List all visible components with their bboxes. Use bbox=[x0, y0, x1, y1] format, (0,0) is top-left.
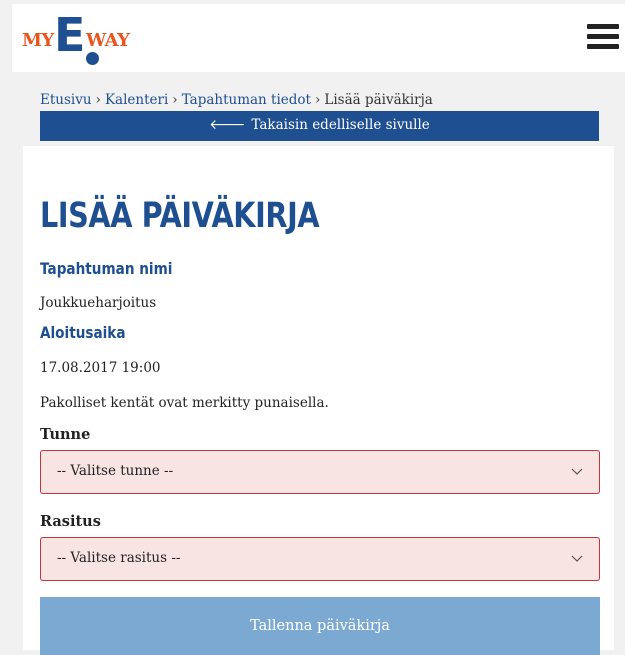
back-button-label: Takaisin edelliselle sivulle bbox=[251, 117, 430, 133]
breadcrumb: Etusivu › Kalenteri › Tapahtuman tiedot › Lisä… bbox=[40, 92, 433, 108]
myeway-logo[interactable]: MY E WAY bbox=[22, 12, 152, 68]
breadcrumb-link-calendar[interactable]: Kalenteri bbox=[105, 92, 168, 108]
strain-select[interactable]: -- Valitse rasitus -- bbox=[40, 537, 600, 581]
breadcrumb-current: Lisää päiväkirja bbox=[324, 92, 433, 108]
hamburger-menu-icon[interactable] bbox=[587, 24, 619, 50]
top-bar: MY E WAY bbox=[12, 4, 625, 72]
start-time-label: Aloitusaika bbox=[40, 323, 126, 342]
diary-form-card: LISÄÄ PÄIVÄKIRJA Tapahtuman nimi Joukkue… bbox=[23, 146, 614, 655]
arrow-left-icon: 🡐 bbox=[209, 117, 246, 133]
required-fields-note: Pakolliset kentät ovat merkitty punaisel… bbox=[40, 395, 329, 411]
strain-select-value: -- Valitse rasitus -- bbox=[57, 550, 181, 566]
breadcrumb-separator: › bbox=[314, 92, 321, 108]
logo-way: WAY bbox=[86, 30, 130, 51]
feeling-select-value: -- Valitse tunne -- bbox=[57, 463, 174, 479]
breadcrumb-separator: › bbox=[95, 92, 101, 108]
feeling-label: Tunne bbox=[40, 426, 91, 443]
page-title: LISÄÄ PÄIVÄKIRJA bbox=[40, 196, 320, 236]
logo-e: E bbox=[54, 8, 86, 62]
logo-my: MY bbox=[22, 30, 54, 51]
breadcrumb-link-home[interactable]: Etusivu bbox=[40, 92, 92, 108]
save-diary-button[interactable]: Tallenna päiväkirja bbox=[40, 597, 600, 655]
chevron-down-icon bbox=[571, 555, 583, 562]
strain-label: Rasitus bbox=[40, 513, 101, 530]
breadcrumb-separator: › bbox=[172, 92, 178, 108]
start-time-value: 17.08.2017 19:00 bbox=[40, 360, 161, 376]
event-name-value: Joukkueharjoitus bbox=[40, 295, 157, 311]
event-name-label: Tapahtuman nimi bbox=[40, 259, 173, 278]
back-button[interactable]: 🡐 Takaisin edelliselle sivulle bbox=[40, 111, 599, 141]
feeling-select[interactable]: -- Valitse tunne -- bbox=[40, 450, 600, 494]
chevron-down-icon bbox=[571, 468, 583, 475]
logo-dot bbox=[86, 52, 99, 65]
breadcrumb-link-event-details[interactable]: Tapahtuman tiedot bbox=[182, 92, 311, 108]
